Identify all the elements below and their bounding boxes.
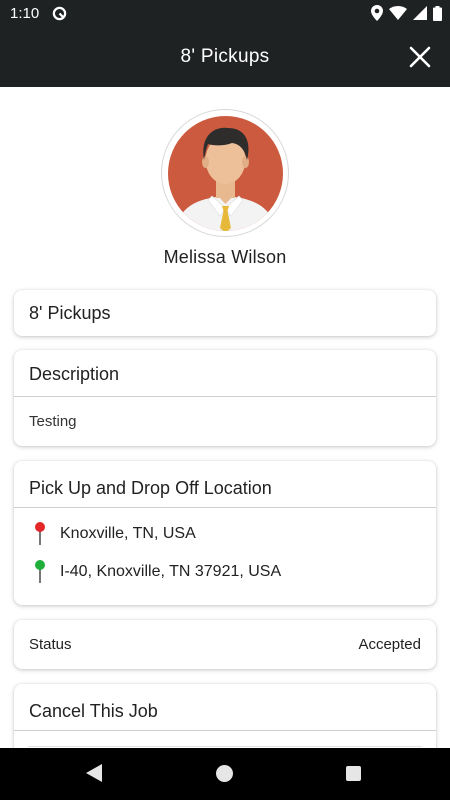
location-icon xyxy=(371,5,383,21)
job-details-content[interactable]: Melissa Wilson 8' Pickups Description Te… xyxy=(0,87,450,748)
recent-apps-icon[interactable] xyxy=(346,766,361,781)
home-icon[interactable] xyxy=(216,765,233,782)
avatar xyxy=(161,109,289,237)
location-header: Pick Up and Drop Off Location xyxy=(29,478,272,498)
avatar-illustration xyxy=(168,116,283,231)
user-name: Melissa Wilson xyxy=(163,247,287,267)
divider xyxy=(14,507,436,508)
description-text: Testing xyxy=(29,413,77,430)
battery-icon xyxy=(433,5,442,21)
description-card: Description Testing xyxy=(14,350,436,446)
green-pin-icon xyxy=(35,560,45,583)
status-time: 1:10 xyxy=(10,5,40,22)
status-bar: 1:10 xyxy=(0,0,450,27)
location-card: Pick Up and Drop Off Location Knoxville,… xyxy=(14,461,436,605)
red-pin-icon xyxy=(35,522,45,545)
cancel-job-header: Cancel This Job xyxy=(29,701,158,721)
job-title-card: 8' Pickups xyxy=(14,290,436,336)
navigation-bar xyxy=(0,748,450,800)
job-title: 8' Pickups xyxy=(29,303,111,323)
description-header: Description xyxy=(29,364,120,384)
back-icon[interactable] xyxy=(86,764,102,782)
sync-icon xyxy=(52,6,67,21)
app-bar: 8' Pickups xyxy=(0,27,450,87)
cancel-job-card: Cancel This Job xyxy=(14,684,436,748)
pickup-location: Knoxville, TN, USA xyxy=(60,525,196,542)
status-label: Status xyxy=(29,636,72,653)
status-card: Status Accepted xyxy=(14,620,436,669)
page-title: 8' Pickups xyxy=(180,46,270,67)
wifi-icon xyxy=(389,6,407,20)
close-icon[interactable] xyxy=(406,43,434,71)
divider xyxy=(14,730,436,731)
signal-icon xyxy=(413,6,427,20)
status-value: Accepted xyxy=(358,636,421,653)
dropoff-location: I-40, Knoxville, TN 37921, USA xyxy=(60,563,282,580)
